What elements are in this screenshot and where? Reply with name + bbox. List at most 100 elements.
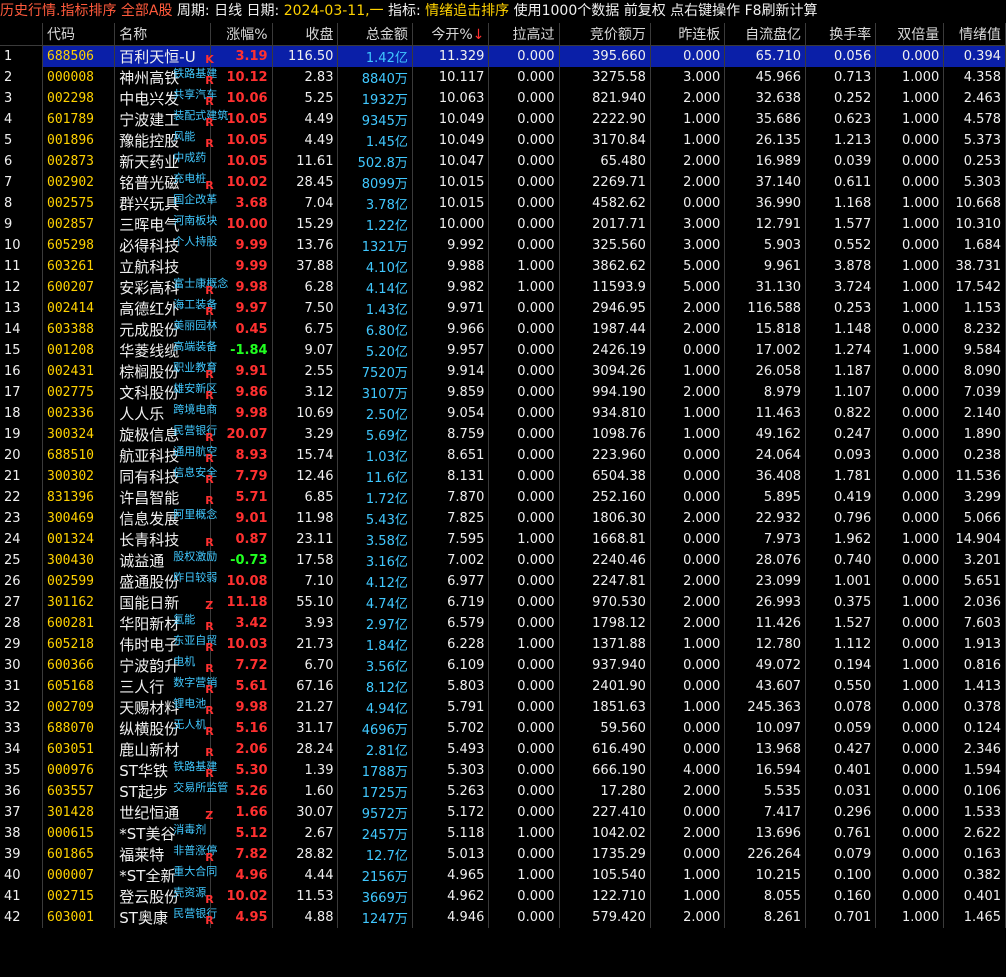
change-pct: 5.16 bbox=[210, 718, 273, 739]
table-row[interactable]: 2 000008 神州高铁 铁路基建 R 10.12 2.83 8840万 10.117 0.00… bbox=[0, 67, 1006, 88]
turnover: 0.093 bbox=[805, 445, 877, 466]
col-header-prev-boards[interactable]: 昨连板 bbox=[650, 23, 726, 46]
table-row[interactable]: 17 002775 文科股份 雄安新区 R 9.86 3.12 3107万 9.859 0.000… bbox=[0, 382, 1006, 403]
col-header-change[interactable]: 涨幅% bbox=[210, 23, 273, 46]
table-row[interactable]: 22 831396 许昌智能 R 5.71 6.85 1.72亿 7.870 0.000 252.… bbox=[0, 487, 1006, 508]
table-row[interactable]: 1 688506 百利天恒-U K 3.19 116.50 1.42亿 11.329 0.000… bbox=[0, 45, 1006, 67]
table-row[interactable]: 29 605218 伟时电子 东亚自贸 R 10.03 21.73 1.84亿 6.228 1.0… bbox=[0, 634, 1006, 655]
table-row[interactable]: 6 002873 新天药业 中成药 10.05 11.61 502.8万 10.047 0.00… bbox=[0, 151, 1006, 172]
indicator-value[interactable]: 情绪追击排序 bbox=[425, 3, 509, 19]
table-row[interactable]: 5 001896 豫能控股 风能 R 10.05 4.49 1.45亿 10.049 0.000 3… bbox=[0, 130, 1006, 151]
table-row[interactable]: 20 688510 航亚科技 通用航空 R 8.93 15.74 1.03亿 8.651 0.00… bbox=[0, 445, 1006, 466]
table-row[interactable]: 11 603261 立航科技 9.99 37.88 4.10亿 9.988 1.000 3862… bbox=[0, 256, 1006, 277]
table-row[interactable]: 21 300302 同有科技 信息安全 R 7.79 12.46 11.6亿 8.131 0.00… bbox=[0, 466, 1006, 487]
change-pct: 5.71 bbox=[210, 487, 273, 508]
table-row[interactable]: 7 002902 铭普光磁 充电桩 R 10.02 28.45 8099万 10.015 0.00… bbox=[0, 172, 1006, 193]
close-price: 11.53 bbox=[272, 886, 339, 907]
table-row[interactable]: 34 603051 鹿山新材 R 2.06 28.24 2.81亿 5.493 0.000 616… bbox=[0, 739, 1006, 760]
row-index: 18 bbox=[0, 403, 44, 424]
table-row[interactable]: 23 300469 信息发展 阿里概念 9.01 11.98 5.43亿 7.825 0.000… bbox=[0, 508, 1006, 529]
table-row[interactable]: 4 601789 宁波建工 装配式建筑 R 10.05 4.49 9345万 10.049 0.0… bbox=[0, 109, 1006, 130]
table-row[interactable]: 16 002431 棕榈股份 职业教育 R 9.91 2.55 7520万 9.914 0.000… bbox=[0, 361, 1006, 382]
table-row[interactable]: 10 605298 必得科技 个人持股 9.99 13.76 1321万 9.992 0.000… bbox=[0, 235, 1006, 256]
table-row[interactable]: 30 600366 宁波韵升 电机 R 7.72 6.70 3.56亿 6.109 0.000 93… bbox=[0, 655, 1006, 676]
table-row[interactable]: 36 603557 ST起步 交易所监管 5.26 1.60 1725万 5.263 0.000… bbox=[0, 781, 1006, 802]
table-row[interactable]: 31 605168 三人行 数字营销 R 5.61 67.16 8.12亿 5.803 0.000… bbox=[0, 676, 1006, 697]
date-value[interactable]: 2024-03-11,一 bbox=[284, 3, 384, 19]
turnover: 0.247 bbox=[805, 424, 877, 445]
table-row[interactable]: 14 603388 元成股份 美丽园林 0.45 6.75 6.80亿 9.966 0.000 1… bbox=[0, 319, 1006, 340]
stock-name: 宁波建工 装配式建筑 R bbox=[114, 109, 228, 130]
col-header-float-cap[interactable]: 自流盘亿 bbox=[724, 23, 807, 46]
col-header-close[interactable]: 收盘 bbox=[272, 23, 339, 46]
row-index: 9 bbox=[0, 214, 44, 235]
table-row[interactable]: 37 301428 世纪恒通 Z 1.66 30.07 9572万 5.172 0.000 227… bbox=[0, 802, 1006, 823]
stock-name-text: 安彩高科 bbox=[119, 279, 180, 297]
total-amount: 2.50亿 bbox=[337, 403, 413, 424]
col-header-name[interactable]: 名称 bbox=[114, 23, 211, 46]
col-header-bid[interactable]: 竞价额万 bbox=[559, 23, 651, 46]
table-row[interactable]: 13 002414 高德红外 海工装备 R 9.97 7.50 1.43亿 9.971 0.000… bbox=[0, 298, 1006, 319]
change-pct: 9.86 bbox=[210, 382, 273, 403]
change-pct: 10.03 bbox=[210, 634, 273, 655]
open-pct: 6.228 bbox=[412, 634, 490, 655]
row-index: 6 bbox=[0, 151, 44, 172]
table-row[interactable]: 32 002709 天赐材料 锂电池 R 9.98 21.27 4.94亿 5.791 0.000… bbox=[0, 697, 1006, 718]
table-row[interactable]: 15 001208 华菱线缆 高端装备 -1.84 9.07 5.20亿 9.957 0.000… bbox=[0, 340, 1006, 361]
table-row[interactable]: 8 002575 群兴玩具 国企改革 3.68 7.04 3.78亿 10.015 0.000 4… bbox=[0, 193, 1006, 214]
prev-boards: 0.000 bbox=[650, 487, 726, 508]
table-row[interactable]: 25 300430 诚益通 股权激励 -0.73 17.58 3.16亿 7.002 0.000… bbox=[0, 550, 1006, 571]
table-row[interactable]: 3 002298 中电兴发 共享汽车 R 10.06 5.25 1932万 10.063 0.00… bbox=[0, 88, 1006, 109]
col-header-amount[interactable]: 总金额 bbox=[337, 23, 413, 46]
open-pct: 7.870 bbox=[412, 487, 490, 508]
bid-amount: 2269.71 bbox=[559, 172, 651, 193]
table-row[interactable]: 41 002715 登云股份 壳资源 R 10.02 11.53 3669万 4.962 0.00… bbox=[0, 886, 1006, 907]
pull-up: 0.000 bbox=[488, 907, 560, 928]
close-price: 1.60 bbox=[272, 781, 339, 802]
stock-table[interactable]: 代码 名称 涨幅% 收盘 总金额 今开%↓ 拉高过 竞价额万 昨连板 自流盘亿 … bbox=[0, 23, 1006, 928]
prev-boards: 4.000 bbox=[650, 760, 726, 781]
emotion-value: 0.816 bbox=[943, 655, 1006, 676]
table-row[interactable]: 33 688070 纵横股份 无人机 R 5.16 31.17 4696万 5.702 0.000… bbox=[0, 718, 1006, 739]
close-price: 7.50 bbox=[272, 298, 339, 319]
col-header-turnover[interactable]: 换手率 bbox=[805, 23, 877, 46]
table-row[interactable]: 28 600281 华阳新材 氢能 R 3.42 3.93 2.97亿 6.579 0.000 17… bbox=[0, 613, 1006, 634]
double-vol: 0.000 bbox=[875, 781, 945, 802]
table-row[interactable]: 18 002336 人人乐 跨境电商 9.98 10.69 2.50亿 9.054 0.000 9… bbox=[0, 403, 1006, 424]
change-pct: 3.68 bbox=[210, 193, 273, 214]
table-row[interactable]: 39 601865 福莱特 非普涨停 R 7.82 28.82 12.7亿 5.013 0.000… bbox=[0, 844, 1006, 865]
col-header-pullup[interactable]: 拉高过 bbox=[488, 23, 560, 46]
pull-up: 0.000 bbox=[488, 718, 560, 739]
col-header-emotion[interactable]: 情绪值 bbox=[943, 23, 1006, 46]
stock-name-text: 华阳新材 bbox=[119, 615, 180, 633]
col-header-double-vol[interactable]: 双倍量 bbox=[875, 23, 945, 46]
stock-code: 002414 bbox=[42, 298, 116, 319]
stock-name: 福莱特 非普涨停 R bbox=[114, 844, 217, 865]
bid-amount: 122.710 bbox=[559, 886, 651, 907]
total-amount: 3.78亿 bbox=[337, 193, 413, 214]
table-row[interactable]: 27 301162 国能日新 Z 11.18 55.10 4.74亿 6.719 0.000 97… bbox=[0, 592, 1006, 613]
stock-name-text: 高德红外 bbox=[119, 300, 180, 318]
col-header-code[interactable]: 代码 bbox=[42, 23, 116, 46]
market-scope[interactable]: 全部A股 bbox=[116, 3, 173, 19]
concept-tag: 昨日较弱 bbox=[173, 571, 218, 584]
total-amount: 12.7亿 bbox=[337, 844, 413, 865]
stock-name-text: ST华铁 bbox=[119, 762, 168, 780]
table-row[interactable]: 12 600207 安彩高科 富士康概念 R 9.98 6.28 4.14亿 9.982 1.00… bbox=[0, 277, 1006, 298]
total-amount: 9572万 bbox=[337, 802, 413, 823]
turnover: 1.187 bbox=[805, 361, 877, 382]
table-row[interactable]: 40 000007 *ST全新 重大合同 4.96 4.44 2156万 4.965 1.000… bbox=[0, 865, 1006, 886]
table-row[interactable]: 42 603001 ST奥康 民营银行 R 4.95 4.88 1247万 4.946 0.000… bbox=[0, 907, 1006, 928]
table-row[interactable]: 38 000615 *ST美谷 消毒剂 5.12 2.67 2457万 5.118 1.000 1… bbox=[0, 823, 1006, 844]
stock-code: 601789 bbox=[42, 109, 116, 130]
row-index: 24 bbox=[0, 529, 44, 550]
col-header-open[interactable]: 今开%↓ bbox=[412, 23, 490, 46]
table-row[interactable]: 9 002857 三晖电气 河南板块 10.00 15.29 1.22亿 10.000 0.00… bbox=[0, 214, 1006, 235]
table-row[interactable]: 24 001324 长青科技 R 0.87 23.11 3.58亿 7.595 1.000 166… bbox=[0, 529, 1006, 550]
period-label[interactable]: 周期: 日线 bbox=[172, 3, 242, 19]
flag-mark: Z bbox=[205, 809, 214, 822]
table-row[interactable]: 35 000976 ST华铁 铁路基建 R 5.30 1.39 1788万 5.303 0.000… bbox=[0, 760, 1006, 781]
table-row[interactable]: 19 300324 旋极信息 民营银行 R 20.07 3.29 5.69亿 8.759 0.00… bbox=[0, 424, 1006, 445]
table-row[interactable]: 26 002599 盛通股份 昨日较弱 10.08 7.10 4.12亿 6.977 0.000… bbox=[0, 571, 1006, 592]
emotion-value: 2.036 bbox=[943, 592, 1006, 613]
